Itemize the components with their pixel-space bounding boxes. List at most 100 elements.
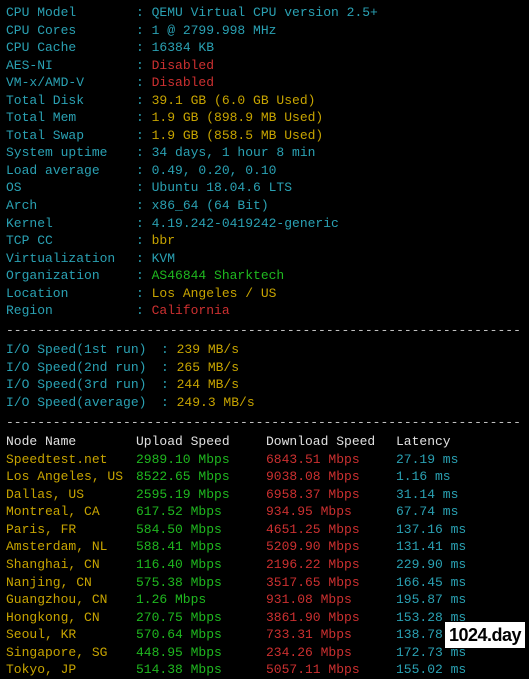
colon: :: [161, 377, 177, 392]
sys-row: Location: Los Angeles / US: [6, 285, 523, 303]
io-label: I/O Speed(average): [6, 394, 161, 412]
speed-upload: 514.38 Mbps: [136, 661, 266, 679]
colon: :: [136, 5, 152, 20]
sys-row: Kernel: 4.19.242-0419242-generic: [6, 215, 523, 233]
sys-value: AS46844 Sharktech: [152, 268, 285, 283]
speed-node: Dallas, US: [6, 486, 136, 504]
sys-label: CPU Cache: [6, 39, 136, 57]
io-row: I/O Speed(1st run) : 239 MB/s: [6, 341, 523, 359]
colon: :: [136, 251, 152, 266]
system-info-block: CPU Model: QEMU Virtual CPU version 2.5+…: [6, 4, 523, 320]
speed-header: Node NameUpload SpeedDownload SpeedLaten…: [6, 433, 523, 451]
sys-label: OS: [6, 179, 136, 197]
speed-row: Amsterdam, NL588.41 Mbps5209.90 Mbps131.…: [6, 538, 523, 556]
colon: :: [136, 268, 152, 283]
sys-value: 1.9 GB (858.5 MB Used): [152, 128, 324, 143]
speed-upload: 8522.65 Mbps: [136, 468, 266, 486]
io-label: I/O Speed(1st run): [6, 341, 161, 359]
speed-node: Shanghai, CN: [6, 556, 136, 574]
speed-latency: 229.90 ms: [396, 556, 466, 574]
io-speed-block: I/O Speed(1st run) : 239 MB/sI/O Speed(2…: [6, 341, 523, 411]
speed-row: Nanjing, CN575.38 Mbps3517.65 Mbps166.45…: [6, 574, 523, 592]
divider: ----------------------------------------…: [6, 414, 523, 432]
sys-row: Virtualization: KVM: [6, 250, 523, 268]
sys-value: 1.9 GB (898.9 MB Used): [152, 110, 324, 125]
speed-upload: 617.52 Mbps: [136, 503, 266, 521]
sys-label: VM-x/AMD-V: [6, 74, 136, 92]
speed-download: 6843.51 Mbps: [266, 451, 396, 469]
sys-value: Ubuntu 18.04.6 LTS: [152, 180, 292, 195]
sys-label: Organization: [6, 267, 136, 285]
speed-upload: 570.64 Mbps: [136, 626, 266, 644]
speed-row: Speedtest.net2989.10 Mbps6843.51 Mbps27.…: [6, 451, 523, 469]
sys-label: Virtualization: [6, 250, 136, 268]
io-value: 249.3 MB/s: [177, 395, 255, 410]
speed-latency: 166.45 ms: [396, 574, 466, 592]
speed-header-node: Node Name: [6, 433, 136, 451]
sys-row: AES-NI: Disabled: [6, 57, 523, 75]
io-value: 265 MB/s: [177, 360, 239, 375]
speed-download: 931.08 Mbps: [266, 591, 396, 609]
sys-label: Region: [6, 302, 136, 320]
speed-header-up: Upload Speed: [136, 433, 266, 451]
colon: :: [161, 360, 177, 375]
io-value: 239 MB/s: [177, 342, 239, 357]
colon: :: [136, 75, 152, 90]
speed-latency: 131.41 ms: [396, 538, 466, 556]
speed-upload: 584.50 Mbps: [136, 521, 266, 539]
colon: :: [136, 93, 152, 108]
sys-label: System uptime: [6, 144, 136, 162]
speed-row: Tokyo, JP514.38 Mbps5057.11 Mbps155.02 m…: [6, 661, 523, 679]
speed-download: 5057.11 Mbps: [266, 661, 396, 679]
sys-value: KVM: [152, 251, 175, 266]
colon: :: [136, 145, 152, 160]
colon: :: [161, 395, 177, 410]
speed-node: Guangzhou, CN: [6, 591, 136, 609]
sys-value: QEMU Virtual CPU version 2.5+: [152, 5, 378, 20]
sys-label: Kernel: [6, 215, 136, 233]
speed-node: Paris, FR: [6, 521, 136, 539]
speed-upload: 588.41 Mbps: [136, 538, 266, 556]
sys-row: Organization: AS46844 Sharktech: [6, 267, 523, 285]
sys-value: California: [152, 303, 230, 318]
colon: :: [136, 303, 152, 318]
sys-label: AES-NI: [6, 57, 136, 75]
speed-download: 6958.37 Mbps: [266, 486, 396, 504]
speed-node: Montreal, CA: [6, 503, 136, 521]
colon: :: [136, 163, 152, 178]
colon: :: [136, 23, 152, 38]
speed-node: Tokyo, JP: [6, 661, 136, 679]
speed-row: Guangzhou, CN1.26 Mbps931.08 Mbps195.87 …: [6, 591, 523, 609]
divider: ----------------------------------------…: [6, 322, 523, 340]
sys-value: x86_64 (64 Bit): [152, 198, 269, 213]
speed-download: 2196.22 Mbps: [266, 556, 396, 574]
speed-download: 3517.65 Mbps: [266, 574, 396, 592]
speed-node: Los Angeles, US: [6, 468, 136, 486]
speed-node: Speedtest.net: [6, 451, 136, 469]
sys-row: TCP CC: bbr: [6, 232, 523, 250]
sys-value: 39.1 GB (6.0 GB Used): [152, 93, 316, 108]
colon: :: [136, 216, 152, 231]
speed-node: Seoul, KR: [6, 626, 136, 644]
colon: :: [136, 128, 152, 143]
sys-label: CPU Cores: [6, 22, 136, 40]
speed-upload: 575.38 Mbps: [136, 574, 266, 592]
io-row: I/O Speed(2nd run) : 265 MB/s: [6, 359, 523, 377]
speed-latency: 27.19 ms: [396, 451, 458, 469]
sys-row: OS: Ubuntu 18.04.6 LTS: [6, 179, 523, 197]
sys-row: System uptime: 34 days, 1 hour 8 min: [6, 144, 523, 162]
sys-label: Load average: [6, 162, 136, 180]
speed-node: Singapore, SG: [6, 644, 136, 662]
colon: :: [136, 286, 152, 301]
sys-label: Location: [6, 285, 136, 303]
speed-download: 733.31 Mbps: [266, 626, 396, 644]
speed-header-dn: Download Speed: [266, 433, 396, 451]
speed-download: 3861.90 Mbps: [266, 609, 396, 627]
colon: :: [136, 233, 152, 248]
speed-node: Nanjing, CN: [6, 574, 136, 592]
sys-label: CPU Model: [6, 4, 136, 22]
sys-value: 16384 KB: [152, 40, 214, 55]
sys-value: 4.19.242-0419242-generic: [152, 216, 339, 231]
sys-value: 0.49, 0.20, 0.10: [152, 163, 277, 178]
watermark: 1024.day: [445, 622, 525, 648]
